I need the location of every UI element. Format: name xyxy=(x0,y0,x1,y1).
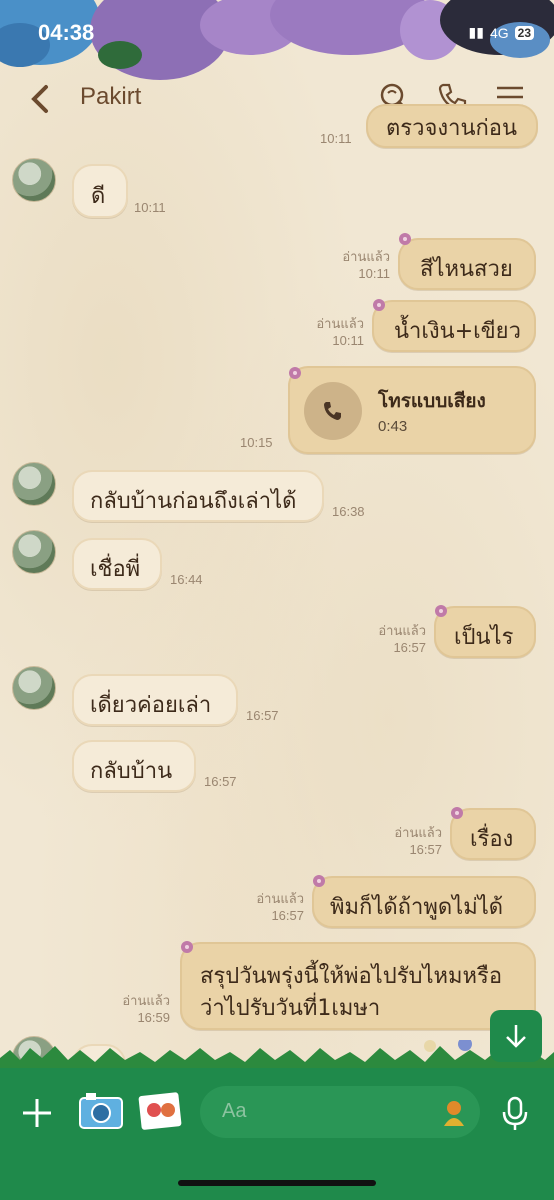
message-time: 16:44 xyxy=(170,572,203,587)
chat-title[interactable]: Pakirt xyxy=(80,83,141,111)
flower-icon xyxy=(451,807,463,819)
flower-icon xyxy=(435,605,447,617)
message-time: 16:57 xyxy=(204,774,237,789)
message-text: เป็นไร xyxy=(454,625,514,650)
call-duration: 0:43 xyxy=(378,418,408,435)
camera-icon[interactable] xyxy=(78,1090,124,1132)
message-text: กลับบ้านก่อนถึงเล่าได้ xyxy=(90,489,297,514)
read-receipt: อ่านแล้ว xyxy=(394,825,442,840)
message-text: ดี xyxy=(91,184,106,209)
flower-icon xyxy=(313,875,325,887)
read-receipt: อ่านแล้ว xyxy=(342,249,390,264)
message-text: พิมก็ได้ถ้าพูดไม่ได้ xyxy=(330,895,504,920)
scroll-down-button[interactable] xyxy=(490,1010,542,1062)
message-time: 16:57 xyxy=(271,908,304,923)
avatar[interactable] xyxy=(12,530,56,574)
message-text: เรื่อง xyxy=(470,827,514,852)
phone-icon xyxy=(324,402,341,420)
message-text: น้ำเงิน+เขียว xyxy=(394,319,521,344)
voice-call-bubble[interactable]: โทรแบบเสียง 0:43 xyxy=(288,366,536,454)
avatar[interactable] xyxy=(12,462,56,506)
call-title: โทรแบบเสียง xyxy=(378,390,486,412)
message-bubble-left[interactable]: เชื่อพี่ xyxy=(72,538,162,590)
call-icon-circle xyxy=(304,382,362,440)
flower-icon xyxy=(399,233,411,245)
battery-icon: 23 xyxy=(514,25,534,40)
message-input[interactable]: Aa xyxy=(200,1086,480,1138)
message-text-line-2: ว่าไปรับวันที่1เมษา xyxy=(200,996,381,1021)
message-time: 10:11 xyxy=(358,266,390,281)
home-indicator xyxy=(178,1180,376,1186)
message-time: 16:57 xyxy=(393,640,426,655)
read-receipt: อ่านแล้ว xyxy=(316,316,364,331)
status-bar: 04:38 ▮▮ 4G 23 xyxy=(0,0,554,60)
gallery-icon[interactable] xyxy=(138,1090,184,1132)
sticker-icon[interactable] xyxy=(438,1096,470,1128)
plus-icon[interactable] xyxy=(20,1096,54,1130)
back-arrow-icon[interactable] xyxy=(26,81,54,117)
message-bubble-right[interactable]: เป็นไร xyxy=(434,606,536,658)
message-time: 10:11 xyxy=(320,131,352,146)
message-bubble-left[interactable]: กลับบ้าน xyxy=(72,740,196,792)
read-receipt: อ่านแล้ว xyxy=(122,993,170,1008)
message-bubble-right[interactable]: สีไหนสวย xyxy=(398,238,536,290)
message-text: สีไหนสวย xyxy=(420,257,513,282)
message-bubble-right[interactable]: น้ำเงิน+เขียว xyxy=(372,300,536,352)
message-time: 16:57 xyxy=(246,708,279,723)
arrow-down-icon xyxy=(506,1025,526,1048)
message-bubble-left[interactable]: เดี่ยวค่อยเล่า xyxy=(72,674,238,726)
message-time: 16:57 xyxy=(409,842,442,857)
message-text: กลับบ้าน xyxy=(90,759,173,784)
message-bubble-left[interactable]: ดี xyxy=(72,164,128,218)
flower-icon xyxy=(289,367,301,379)
message-text-line-1: สรุปวันพรุ่งนี้ให้พ่อไปรับไหมหรือ xyxy=(200,964,503,989)
status-time: 04:38 xyxy=(38,20,95,45)
network-label: 4G xyxy=(489,24,509,41)
read-receipt: อ่านแล้ว xyxy=(256,891,304,906)
message-bubble-right[interactable]: พิมก็ได้ถ้าพูดไม่ได้ xyxy=(312,876,536,928)
message-time: 10:11 xyxy=(332,333,364,348)
message-time: 16:38 xyxy=(332,504,365,519)
flower-icon xyxy=(181,941,193,953)
message-text: ตรวจงานก่อน xyxy=(386,116,518,141)
message-bubble-right[interactable]: สรุปวันพรุ่งนี้ให้พ่อไปรับไหมหรือ ว่าไปร… xyxy=(180,942,536,1030)
signal-icon: ▮▮ xyxy=(468,24,484,40)
message-time: 16:59 xyxy=(137,1010,170,1025)
avatar[interactable] xyxy=(12,666,56,710)
avatar[interactable] xyxy=(12,158,56,202)
message-time: 10:15 xyxy=(240,435,273,450)
message-text: เชื่อพี่ xyxy=(90,557,141,582)
microphone-icon[interactable] xyxy=(500,1096,530,1132)
message-input-placeholder: Aa xyxy=(222,1100,247,1122)
composer-bar: Aa xyxy=(0,1068,554,1200)
message-bubble-right[interactable]: ตรวจงานก่อน xyxy=(366,104,538,148)
message-time: 10:11 xyxy=(134,200,166,215)
message-text: เดี่ยวค่อยเล่า xyxy=(90,693,212,718)
read-receipt: อ่านแล้ว xyxy=(378,623,426,638)
message-bubble-left[interactable]: กลับบ้านก่อนถึงเล่าได้ xyxy=(72,470,324,522)
flower-icon xyxy=(373,299,385,311)
